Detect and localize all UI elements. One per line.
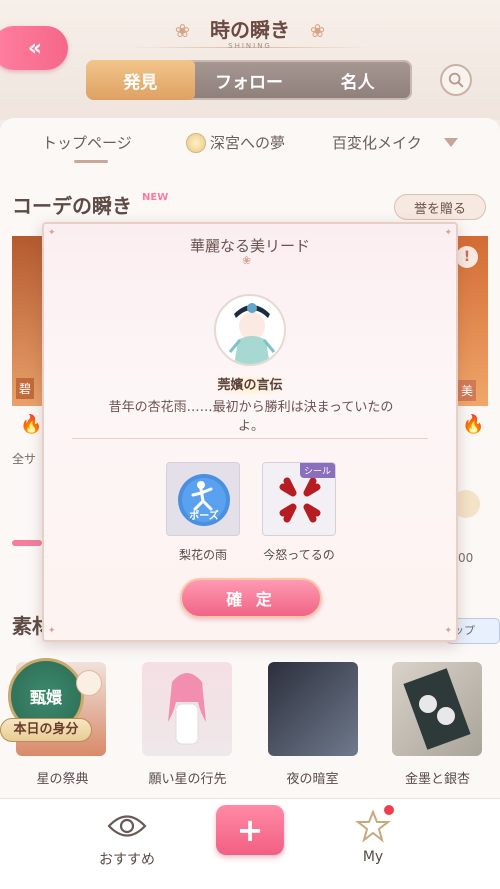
pose-icon: ポーズ: [178, 474, 230, 526]
reward-modal: 華麗なる美リード ❀ ✦ ✦ ✦ ✦ 莞嬪の言伝 昔年の杏花雨……最初から勝利は…: [42, 222, 458, 642]
character-name-text: 莞嬪の言伝: [211, 377, 289, 394]
corner-ornament-icon: ✦: [444, 626, 452, 636]
corner-ornament-icon: ✦: [48, 228, 56, 238]
reward-label-1: 梨花の雨: [178, 548, 227, 562]
flower-icon: ❀: [242, 254, 252, 267]
character-avatar: [214, 294, 286, 366]
sticker-tag: シール: [299, 463, 335, 478]
corner-ornament-icon: ✦: [444, 228, 452, 238]
character-name: 莞嬪の言伝: [44, 374, 456, 394]
reward-label-2: 今怒ってるの: [263, 548, 335, 562]
reward-item-pose[interactable]: ポーズ: [166, 462, 240, 536]
corner-ornament-icon: ✦: [48, 626, 56, 636]
divider: [72, 438, 428, 439]
reward-item-sticker[interactable]: シール: [262, 462, 336, 536]
confirm-button[interactable]: 確 定: [180, 578, 322, 618]
character-quote: 昔年の杏花雨……最初から勝利は決まっていたのよ。: [108, 400, 394, 434]
pose-icon-text: ポーズ: [189, 509, 219, 522]
